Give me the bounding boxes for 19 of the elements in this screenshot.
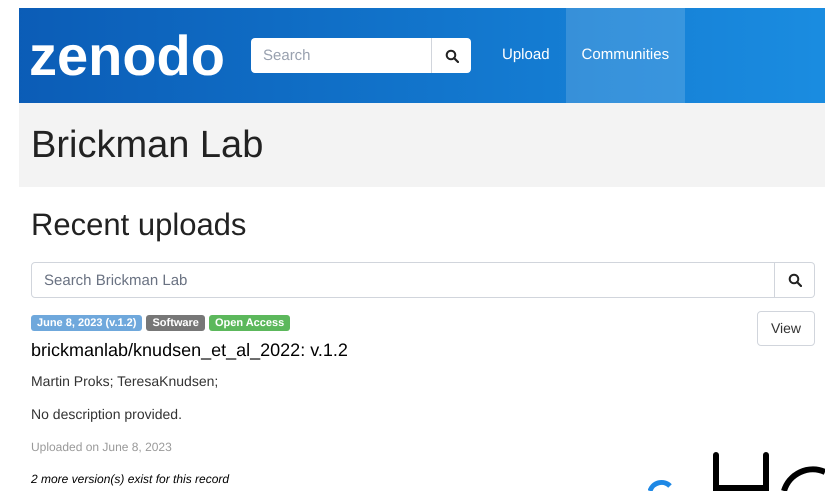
versions-note: 2 more version(s) exist for this record <box>31 471 230 488</box>
community-title: Brickman Lab <box>31 126 264 164</box>
badge: Software <box>146 315 205 331</box>
search-button[interactable] <box>431 38 471 73</box>
view-button[interactable]: View <box>757 311 815 346</box>
search-button[interactable] <box>775 262 815 298</box>
community-search-field[interactable]: Search Brickman Lab <box>31 262 775 298</box>
section-title: Recent uploads <box>31 209 248 240</box>
upload-date: Uploaded on June 8, 2023 <box>31 439 173 456</box>
search-icon <box>788 273 802 287</box>
record-authors: Martin Proks; TeresaKnudsen; <box>31 372 220 391</box>
logo[interactable]: zenodo <box>29 20 229 90</box>
nav-link[interactable]: Communities <box>566 8 686 103</box>
badge: Open Access <box>208 315 290 331</box>
record-description: No description provided. <box>31 405 183 424</box>
badge: June 8, 2023 (v.1.2) <box>31 315 142 331</box>
search-field[interactable]: Search <box>251 38 431 73</box>
nav-link[interactable]: Upload <box>486 8 566 103</box>
search-icon <box>444 48 458 62</box>
